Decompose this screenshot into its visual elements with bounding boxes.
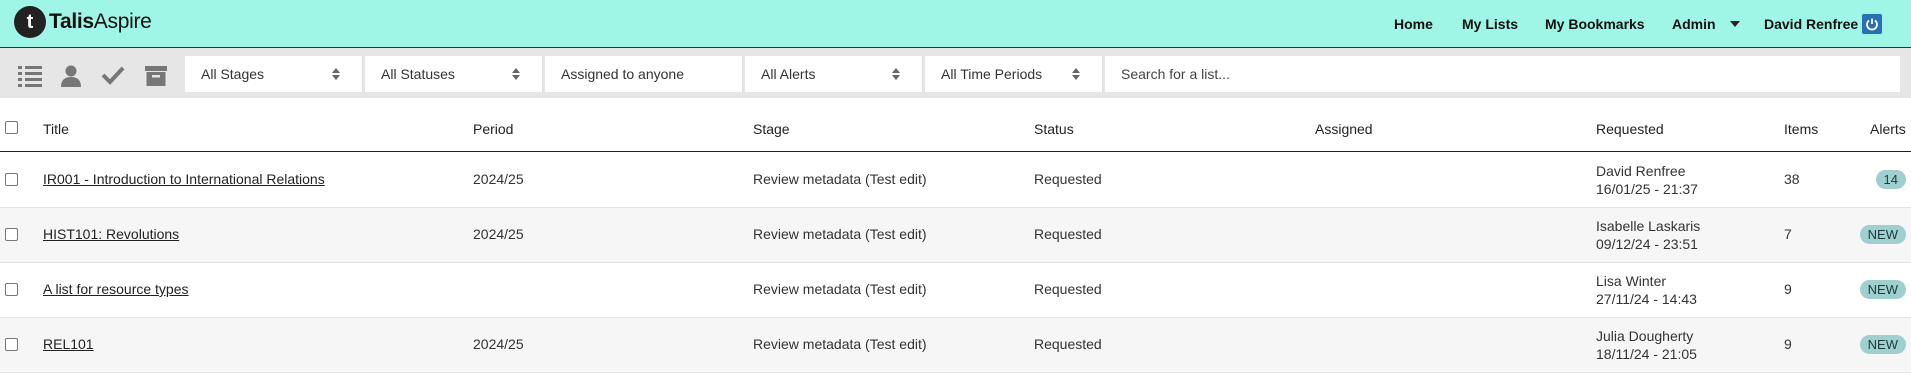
person-icon[interactable] (61, 65, 81, 92)
brand-name: TalisAspire (49, 10, 152, 33)
user-name: David Renfree (1764, 16, 1859, 32)
column-header-stage[interactable]: Stage (753, 121, 790, 137)
table-row: IR001 - Introduction to International Re… (0, 153, 1911, 208)
requested-by: David Renfree (1596, 163, 1686, 179)
period-cell: 2024/25 (473, 226, 524, 242)
list-title-link[interactable]: A list for resource types (43, 281, 189, 297)
requested-cell: David Renfree 16/01/25 - 21:37 (1596, 162, 1698, 198)
requested-by: Isabelle Laskaris (1596, 218, 1701, 234)
items-count: 9 (1784, 281, 1792, 297)
requested-cell: Isabelle Laskaris 09/12/24 - 23:51 (1596, 217, 1700, 253)
requested-cell: Julia Dougherty 18/11/24 - 21:05 (1596, 327, 1697, 363)
alert-badge[interactable]: 14 (1875, 170, 1906, 189)
stage-cell: Review metadata (Test edit) (753, 171, 927, 187)
assigned-filter-select[interactable]: Assigned to anyone (545, 56, 743, 92)
stage-cell: Review metadata (Test edit) (753, 281, 927, 297)
select-arrows-icon (332, 68, 340, 80)
items-count: 38 (1784, 171, 1800, 187)
nav-home-link[interactable]: Home (1394, 0, 1433, 48)
column-header-status[interactable]: Status (1034, 121, 1074, 137)
column-header-period[interactable]: Period (473, 121, 513, 137)
status-cell: Requested (1034, 336, 1102, 352)
status-cell: Requested (1034, 171, 1102, 187)
stage-cell: Review metadata (Test edit) (753, 336, 927, 352)
select-arrows-icon (512, 68, 520, 80)
status-cell: Requested (1034, 281, 1102, 297)
requested-at: 16/01/25 - 21:37 (1596, 181, 1698, 197)
requested-at: 27/11/24 - 14:43 (1596, 291, 1697, 307)
table-row: HIST101: Revolutions 2024/25 Review meta… (0, 208, 1911, 263)
items-count: 7 (1784, 226, 1792, 242)
column-header-assigned[interactable]: Assigned (1315, 121, 1373, 137)
user-menu[interactable]: David Renfree (1764, 0, 1883, 48)
nav-my-bookmarks-link[interactable]: My Bookmarks (1545, 0, 1645, 48)
row-checkbox[interactable] (5, 338, 18, 351)
archive-box-icon[interactable] (145, 65, 167, 92)
column-header-alerts[interactable]: Alerts (1870, 121, 1906, 137)
filter-bar: All Stages All Statuses Assigned to anyo… (0, 48, 1911, 98)
time-period-filter-select[interactable]: All Time Periods (925, 56, 1103, 92)
column-header-items[interactable]: Items (1784, 121, 1818, 137)
row-checkbox[interactable] (5, 283, 18, 296)
alerts-filter-select[interactable]: All Alerts (745, 56, 923, 92)
talis-aspire-logo[interactable]: t TalisAspire (14, 6, 152, 38)
top-navigation-bar: t TalisAspire Home My Lists My Bookmarks… (0, 0, 1911, 48)
select-all-checkbox[interactable] (5, 121, 18, 134)
list-title-link[interactable]: HIST101: Revolutions (43, 226, 179, 242)
alert-badge[interactable]: NEW (1859, 225, 1906, 244)
column-header-requested[interactable]: Requested (1596, 121, 1664, 137)
table-row: REL101 2024/25 Review metadata (Test edi… (0, 318, 1911, 373)
table-header: Title Period Stage Status Assigned Reque… (0, 108, 1911, 152)
table-row: A list for resource types Review metadat… (0, 263, 1911, 318)
requested-at: 09/12/24 - 23:51 (1596, 236, 1698, 252)
alert-badge[interactable]: NEW (1859, 335, 1906, 354)
list-title-link[interactable]: REL101 (43, 336, 94, 352)
stage-cell: Review metadata (Test edit) (753, 226, 927, 242)
checkmark-icon[interactable] (101, 65, 125, 90)
list-search-input[interactable]: Search for a list... (1105, 56, 1900, 92)
list-view-icon[interactable] (18, 65, 42, 92)
status-filter-select[interactable]: All Statuses (365, 56, 543, 92)
talis-logo-icon: t (14, 6, 46, 38)
nav-my-lists-link[interactable]: My Lists (1462, 0, 1518, 48)
items-count: 9 (1784, 336, 1792, 352)
column-header-title[interactable]: Title (43, 121, 69, 137)
row-checkbox[interactable] (5, 173, 18, 186)
power-logout-icon[interactable] (1862, 14, 1883, 34)
list-title-link[interactable]: IR001 - Introduction to International Re… (43, 171, 325, 187)
stage-filter-select[interactable]: All Stages (185, 56, 363, 92)
status-cell: Requested (1034, 226, 1102, 242)
period-cell: 2024/25 (473, 171, 524, 187)
chevron-down-icon (1729, 21, 1740, 27)
requested-by: Julia Dougherty (1596, 328, 1694, 344)
row-checkbox[interactable] (5, 228, 18, 241)
alert-badge[interactable]: NEW (1859, 280, 1906, 299)
nav-admin-dropdown[interactable]: Admin (1672, 0, 1740, 48)
requested-at: 18/11/24 - 21:05 (1596, 346, 1697, 362)
requested-by: Lisa Winter (1596, 273, 1667, 289)
requested-cell: Lisa Winter 27/11/24 - 14:43 (1596, 272, 1697, 308)
select-arrows-icon (892, 68, 900, 80)
select-arrows-icon (1072, 68, 1080, 80)
period-cell: 2024/25 (473, 336, 524, 352)
